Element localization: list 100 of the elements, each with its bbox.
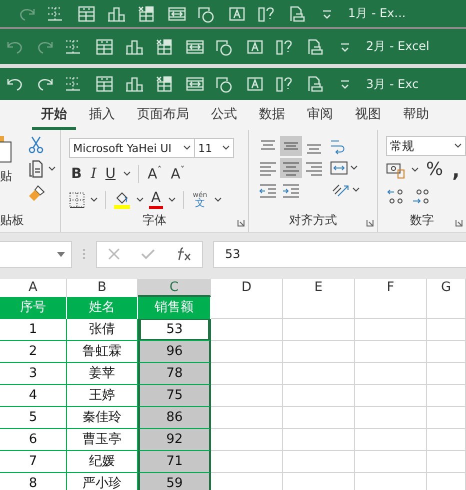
shrink-font-button[interactable]: A$^{ˇ}$ [168, 166, 187, 182]
empty-cell [355, 429, 427, 451]
empty-cell [283, 341, 355, 363]
table-cell: 78 [138, 363, 211, 385]
drag-handle-icon[interactable] [82, 248, 86, 260]
empty-cell [427, 363, 466, 385]
dialog-launcher-icon[interactable] [366, 219, 374, 227]
empty-cell [283, 451, 355, 473]
window-title: 1月 - Ex... [348, 5, 406, 22]
merge-icon[interactable] [184, 75, 206, 93]
caret-icon[interactable] [222, 145, 230, 151]
empty-cell [355, 385, 427, 407]
caret-icon[interactable] [136, 197, 144, 203]
table-cell: 71 [138, 451, 211, 473]
group-label: 字体 [142, 213, 166, 227]
paste-label[interactable]: 贴 [0, 168, 12, 185]
empty-cell [427, 297, 466, 319]
ribbon-tab[interactable]: 页面布局 [128, 100, 198, 130]
middle-align-icon[interactable] [280, 136, 302, 156]
empty-cell [283, 319, 355, 341]
empty-cell [427, 385, 466, 407]
decrease-decimal-icon[interactable] [411, 187, 431, 205]
currency-icon[interactable] [386, 161, 406, 179]
window-title: 3月 - Exc [366, 76, 419, 92]
dialog-launcher-icon[interactable] [455, 219, 463, 227]
empty-cell [427, 451, 466, 473]
bold-button[interactable]: B [69, 167, 84, 181]
empty-cell [427, 341, 466, 363]
table-header-cell: 销售额 [138, 297, 211, 319]
empty-cell [283, 429, 355, 451]
table-cell: 4 [0, 385, 67, 407]
caret-icon[interactable] [350, 165, 358, 171]
caret-icon[interactable] [90, 197, 98, 203]
format-painter-icon[interactable] [28, 184, 46, 202]
table-cell: 75 [138, 385, 211, 407]
table-cell: 59 [138, 473, 211, 490]
fill-color-icon[interactable] [113, 191, 132, 209]
dialog-launcher-icon[interactable] [236, 219, 245, 227]
ribbon-tab[interactable]: 视图 [346, 100, 390, 130]
insert-function-icon[interactable] [176, 247, 192, 261]
center-icon[interactable] [280, 158, 302, 178]
font-color-button[interactable]: A [149, 191, 163, 209]
grow-font-button[interactable]: A$^{ˆ}$ [146, 166, 164, 182]
bar-chart-icon[interactable] [106, 4, 128, 22]
empty-cell [283, 407, 355, 429]
ribbon-tab[interactable]: 公式 [202, 100, 246, 130]
font-name-dropdown[interactable]: Microsoft YaHei UI [69, 138, 196, 158]
empty-cell [355, 319, 427, 341]
empty-cell [427, 319, 466, 341]
caret-icon[interactable] [48, 166, 56, 172]
caret-icon[interactable] [183, 145, 192, 151]
empty-cell [355, 363, 427, 385]
empty-cell [283, 385, 355, 407]
bar-chart-icon[interactable] [124, 38, 146, 56]
scissors-icon[interactable] [28, 136, 44, 154]
borders-icon[interactable] [69, 192, 86, 208]
bar-chart-icon[interactable] [124, 75, 146, 93]
window-title: 2月 - Excel [366, 38, 430, 55]
comma-style-button[interactable]: , [450, 160, 462, 180]
font-size-dropdown[interactable]: 11 [194, 138, 234, 158]
ribbon-tab[interactable]: 插入 [80, 100, 124, 130]
caret-icon[interactable] [122, 171, 131, 177]
table-header-cell: 序号 [0, 297, 67, 319]
empty-cell [427, 407, 466, 429]
merge-icon[interactable] [330, 160, 348, 176]
group-label: 对齐方式 [288, 213, 337, 227]
table-cell: 3 [0, 363, 67, 385]
table-cell: 8 [0, 473, 67, 490]
table-cell: 1 [0, 319, 67, 341]
empty-cell [355, 297, 427, 319]
empty-cell [283, 297, 355, 319]
number-format-dropdown[interactable]: 常规 [386, 136, 466, 156]
ribbon-tab[interactable]: 数据 [250, 100, 294, 130]
ribbon-tab[interactable]: 帮助 [394, 100, 438, 130]
italic-button[interactable]: I [88, 167, 98, 181]
group-label: 数字 [410, 213, 434, 227]
formula-input[interactable]: 53 [213, 240, 466, 268]
table-cell: 7 [0, 451, 67, 473]
table-cell: 96 [138, 341, 211, 363]
group-label: 贴板 [0, 213, 24, 227]
table-cell: 2 [0, 341, 67, 363]
merge-icon[interactable] [184, 38, 206, 56]
table-cell: 6 [0, 429, 67, 451]
table-header-cell: 姓名 [67, 297, 138, 319]
table-cell: 5 [0, 407, 67, 429]
underline-button[interactable]: U [103, 167, 118, 181]
table-cell: 53 [138, 319, 211, 341]
caret-icon[interactable] [168, 197, 176, 203]
caret-icon[interactable] [352, 187, 360, 193]
caret-icon[interactable] [454, 143, 462, 149]
empty-cell [427, 429, 466, 451]
percent-button[interactable]: % [424, 161, 446, 179]
caret-icon[interactable] [411, 167, 419, 173]
ribbon-tab[interactable]: 审阅 [298, 100, 342, 130]
column-header[interactable]: C [138, 279, 211, 297]
merge-icon[interactable] [166, 4, 188, 22]
empty-cell [355, 341, 427, 363]
table-cell: 86 [138, 407, 211, 429]
caret-icon[interactable] [214, 197, 222, 203]
copy-icon[interactable] [28, 160, 44, 178]
